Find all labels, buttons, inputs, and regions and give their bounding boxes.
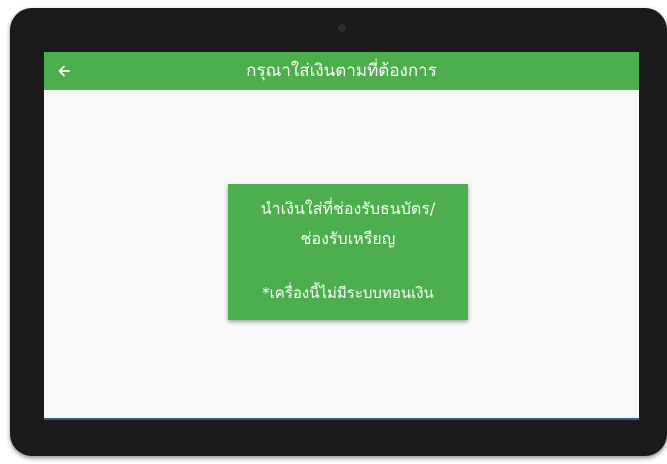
notice-instruction-line1: นำเงินใส่ที่ช่องรับธนบัตร/ xyxy=(260,199,436,218)
tablet-screen: กรุณาใส่เงินตามที่ต้องการ นำเงินใส่ที่ช่… xyxy=(44,52,639,420)
camera-dot xyxy=(338,24,346,32)
page: กรุณาใส่เงินตามที่ต้องการ นำเงินใส่ที่ช่… xyxy=(0,0,667,464)
page-title: กรุณาใส่เงินตามที่ต้องการ xyxy=(246,61,437,81)
screen-bottom-divider xyxy=(44,418,639,420)
no-change-warning: *เครื่องนี้ไม่มีระบบทอนเงิน xyxy=(262,284,434,302)
notice-instruction-line2: ช่องรับเหรียญ xyxy=(300,229,396,248)
insert-money-notice: นำเงินใส่ที่ช่องรับธนบัตร/ ช่องรับเหรียญ… xyxy=(228,184,468,320)
app-bar: กรุณาใส่เงินตามที่ต้องการ xyxy=(44,52,639,90)
